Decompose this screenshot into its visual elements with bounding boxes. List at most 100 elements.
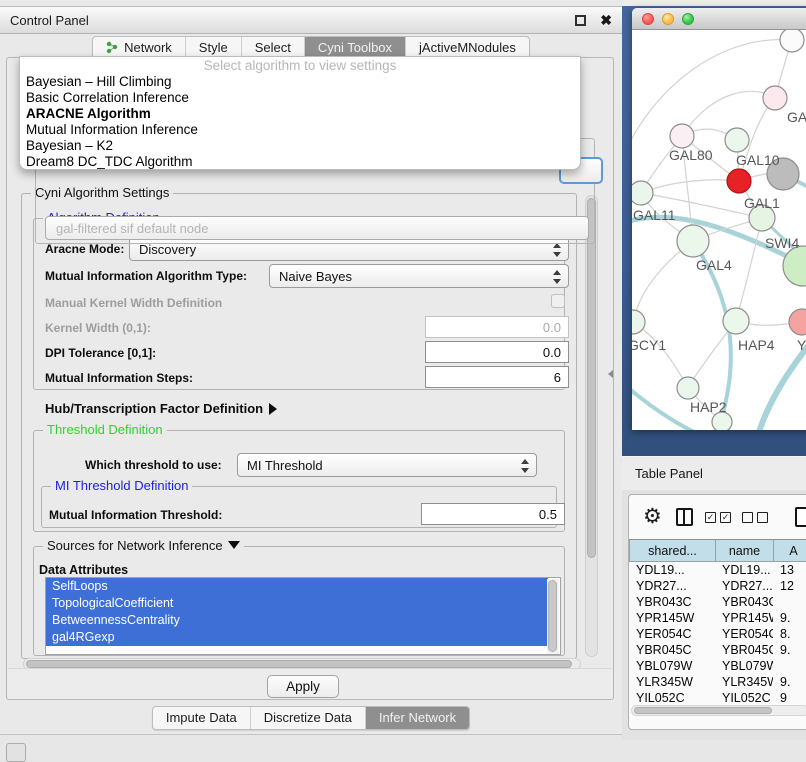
network-node-gcy1[interactable]	[632, 310, 645, 334]
control-panel-title: Control Panel	[10, 13, 575, 28]
table-horizontal-scrollbar[interactable]	[631, 705, 806, 716]
table-row[interactable]: YBR045CYBR045C9.	[629, 642, 806, 658]
close-panel-icon[interactable]: ✖	[600, 15, 612, 26]
cell: 13	[773, 562, 806, 578]
tab-infer-network[interactable]: Infer Network	[365, 707, 469, 729]
algorithm-option[interactable]: Basic Correlation Inference	[20, 90, 580, 106]
column-header-name[interactable]: name	[716, 540, 774, 562]
attribute-item-selected[interactable]: gal4RGexp	[46, 629, 548, 646]
mi-steps-field[interactable]: 6	[425, 366, 569, 388]
network-node-swi4[interactable]	[783, 246, 806, 286]
checkbox-unchecked-icon[interactable]	[757, 512, 768, 523]
algorithm-option[interactable]: Dream8 DC_TDC Algorithm	[20, 154, 580, 170]
sources-toggle[interactable]: Sources for Network Inference	[43, 538, 244, 553]
document-icon[interactable]	[795, 507, 806, 527]
table-row[interactable]: YPR145WYPR145W9.	[629, 610, 806, 626]
node-label-gal11: GAL11	[633, 207, 676, 223]
kernel-width-label: Kernel Width (0,1):	[45, 321, 151, 335]
cell: 8.	[773, 626, 806, 642]
algorithm-option[interactable]: Bayesian – Hill Climbing	[20, 74, 580, 90]
docked-panel-button[interactable]	[6, 743, 26, 762]
mi-threshold-label: Mutual Information Threshold:	[49, 508, 222, 522]
zoom-window-icon[interactable]	[682, 13, 694, 25]
network-canvas[interactable]: GAL GAL80 GAL10 GAL1 GAL11 SWI4 GAL4 GCY…	[632, 30, 806, 430]
table-row[interactable]: YDL19...YDL19...13	[629, 562, 806, 578]
cell: YDR27...	[629, 578, 715, 594]
stepper-arrows-icon	[520, 457, 529, 475]
attribute-item-selected[interactable]: TopologicalCoefficient	[46, 595, 548, 612]
cell: 12	[773, 578, 806, 594]
network-selector-combobox[interactable]: gal-filtered sif default node	[45, 216, 589, 240]
apply-button[interactable]: Apply	[267, 675, 339, 698]
cell: YBL079W	[629, 658, 715, 674]
columns-icon[interactable]	[676, 508, 693, 526]
which-threshold-combobox[interactable]: MI Threshold	[237, 453, 537, 477]
table-row[interactable]: YDR27...YDR27...12	[629, 578, 806, 594]
table-row[interactable]: YLR345WYLR345W9.	[629, 674, 806, 690]
node-label-y-partial: Y	[797, 337, 806, 353]
checkbox-unchecked-icon[interactable]	[742, 512, 753, 523]
algorithm-option[interactable]: Mutual Information Inference	[20, 122, 580, 138]
network-node-gal80[interactable]	[670, 124, 694, 148]
mi-algorithm-type-combobox[interactable]: Naive Bayes	[269, 264, 569, 288]
manual-kernel-width-checkbox[interactable]	[551, 294, 565, 308]
algorithm-option[interactable]: Bayesian – K2	[20, 138, 580, 154]
table-panel-titlebar: Table Panel	[622, 456, 806, 490]
network-node-gal-partial[interactable]	[763, 86, 787, 110]
cell: 9.	[773, 642, 806, 658]
cell: YER054C	[715, 626, 773, 642]
cell: YPR145W	[629, 610, 715, 626]
algorithm-dropdown-placeholder: Select algorithm to view settings	[20, 57, 580, 74]
network-icon	[106, 41, 119, 54]
network-node-hap4[interactable]	[723, 308, 749, 334]
algorithm-option-selected[interactable]: ARACNE Algorithm	[20, 106, 580, 122]
network-node-gal10[interactable]	[725, 128, 749, 152]
cell: YLR345W	[715, 674, 773, 690]
hub-definition-toggle[interactable]: Hub/Transcription Factor Definition	[45, 401, 277, 416]
cell: YPR145W	[715, 610, 773, 626]
splitter-handle[interactable]	[608, 370, 613, 378]
settings-vertical-scrollbar[interactable]	[585, 195, 598, 657]
table-row[interactable]: YBL079WYBL079W	[629, 658, 806, 674]
cell: YDL19...	[715, 562, 773, 578]
kernel-width-field[interactable]: 0.0	[425, 316, 569, 338]
attribute-item-selected[interactable]: SelfLoops	[46, 578, 548, 595]
close-window-icon[interactable]	[642, 13, 654, 25]
network-node-partial-top[interactable]	[780, 30, 804, 52]
cell: 9.	[773, 674, 806, 690]
which-threshold-value: MI Threshold	[247, 458, 323, 473]
checkbox-checked-icon[interactable]: ✓	[705, 512, 716, 523]
tab-jactivemnodules-label: jActiveMNodules	[419, 40, 516, 55]
checkbox-checked-icon[interactable]: ✓	[720, 512, 731, 523]
table-panel-inner: ⚙ ✓ ✓ shared... name A	[628, 494, 806, 730]
network-window-titlebar[interactable]	[632, 8, 806, 30]
table-row[interactable]: YER054CYER054C8.	[629, 626, 806, 642]
network-node-hap2[interactable]	[677, 377, 699, 399]
tab-discretize-data[interactable]: Discretize Data	[250, 707, 365, 729]
float-panel-icon[interactable]	[575, 15, 586, 26]
cell: YLR345W	[629, 674, 715, 690]
table-row[interactable]: YIL052CYIL052C9	[629, 690, 806, 702]
mi-threshold-field[interactable]: 0.5	[421, 503, 565, 525]
table-panel-title: Table Panel	[635, 466, 703, 481]
disclosure-right-icon	[269, 403, 277, 415]
data-attributes-label: Data Attributes	[39, 563, 128, 577]
attribute-item-selected[interactable]: BetweennessCentrality	[46, 612, 548, 629]
dpi-tolerance-field[interactable]: 0.0	[425, 341, 569, 363]
minimize-window-icon[interactable]	[662, 13, 674, 25]
node-label-gal80: GAL80	[669, 147, 713, 163]
column-header-shared-name[interactable]: shared...	[630, 540, 716, 562]
attributes-scrollbar[interactable]	[547, 579, 559, 654]
gear-icon[interactable]: ⚙	[643, 504, 662, 529]
network-node-salmon[interactable]	[789, 309, 806, 335]
algorithm-dropdown-popup: Select algorithm to view settings Bayesi…	[19, 56, 581, 170]
desktop-top-strip	[622, 0, 806, 6]
network-node-gal4[interactable]	[677, 225, 709, 257]
column-header-partial[interactable]: A	[774, 540, 806, 562]
tab-impute-data[interactable]: Impute Data	[153, 707, 250, 729]
table-panel-body: ⚙ ✓ ✓ shared... name A	[622, 490, 806, 740]
table-row[interactable]: YBR043CYBR043C	[629, 594, 806, 610]
network-node-selected-red[interactable]	[727, 169, 751, 193]
mi-algorithm-type-label: Mutual Information Algorithm Type:	[45, 269, 247, 283]
network-node-gal11[interactable]	[632, 181, 653, 205]
